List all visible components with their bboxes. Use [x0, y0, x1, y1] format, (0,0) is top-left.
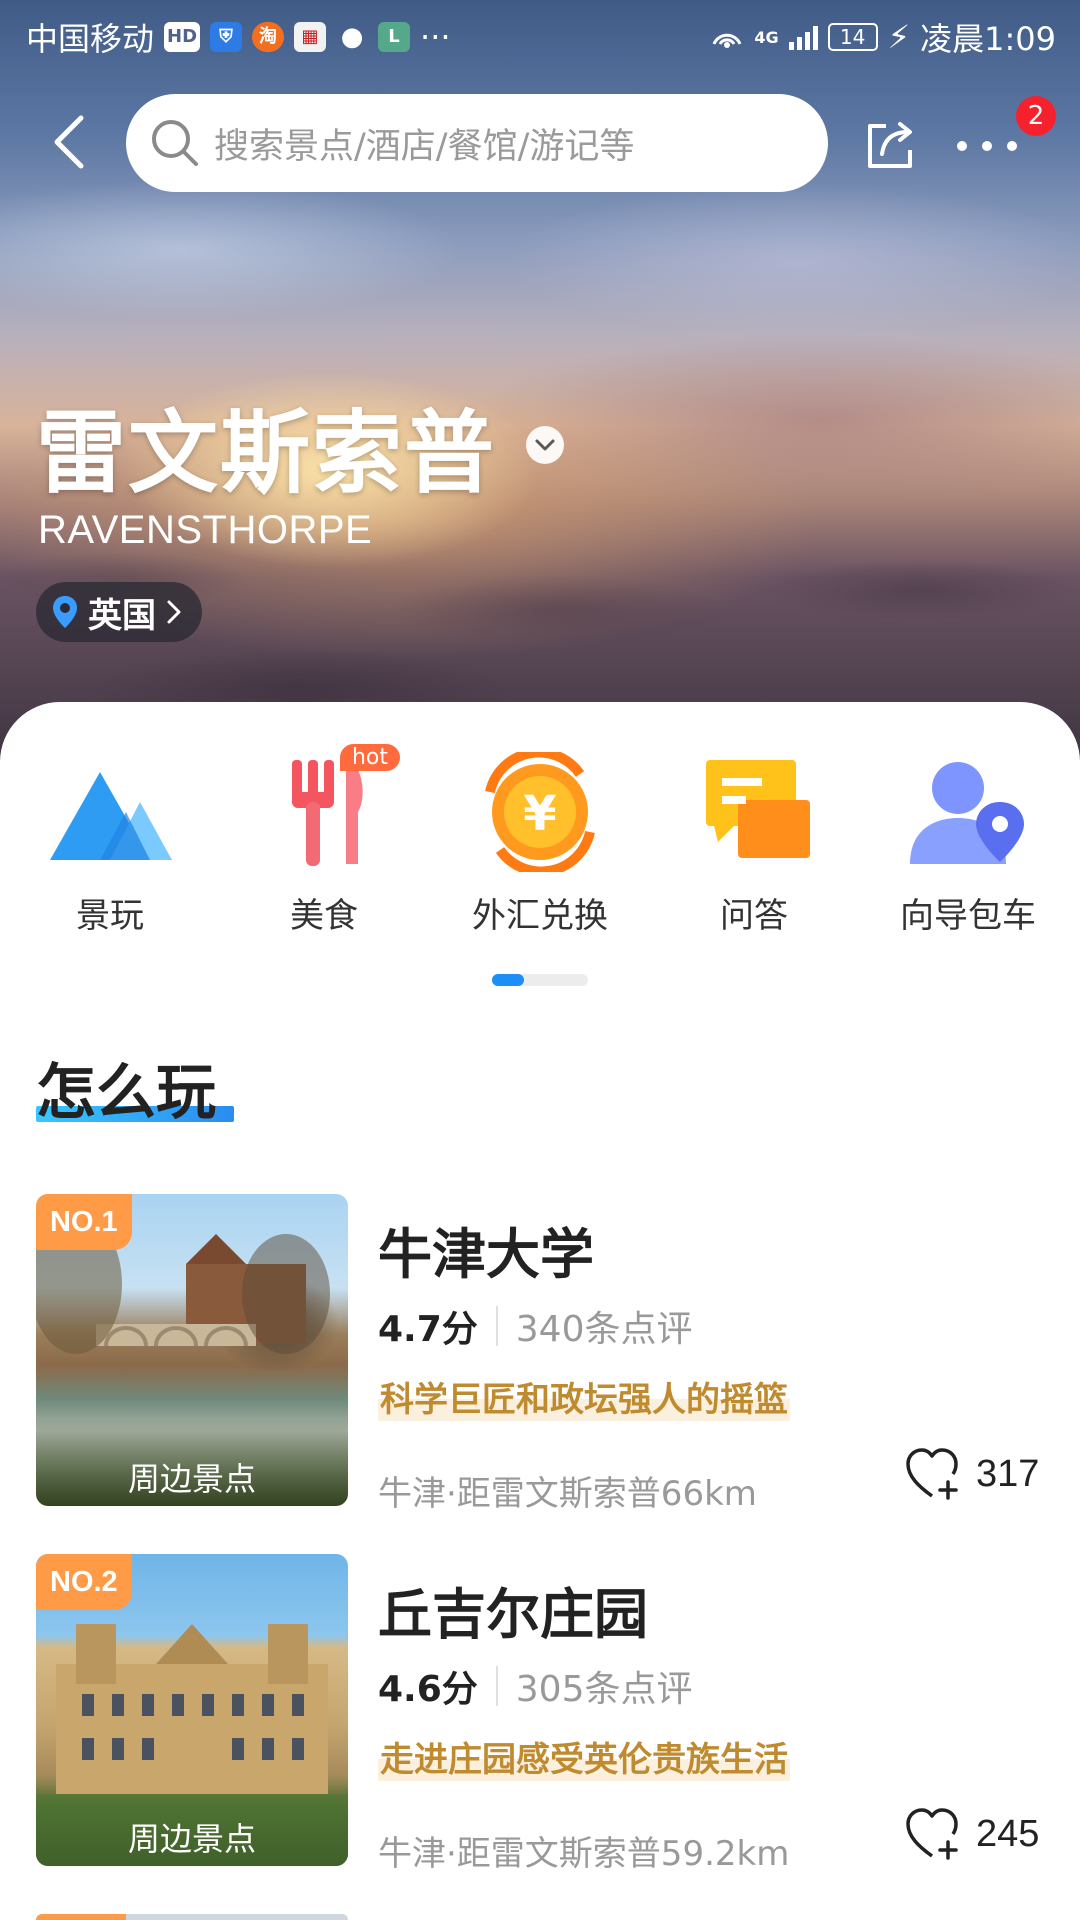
poi-card[interactable]: NO.1 周边景点 牛津大学 4.7分 340条点评 科学巨匠和政坛强人的摇篮 …: [0, 1194, 1080, 1514]
chat-bubbles-icon: [684, 752, 824, 872]
app-l-icon: L: [378, 22, 411, 52]
favorite-count: 317: [976, 1452, 1040, 1495]
hotspot-icon: [712, 33, 742, 48]
category-qa[interactable]: 问答: [654, 752, 854, 936]
gov-app-icon: ▦: [294, 22, 327, 52]
favorite-count: 245: [976, 1812, 1040, 1855]
top-nav: 搜索景点/酒店/餐馆/游记等 2: [0, 90, 1080, 200]
country-label: 英国: [88, 595, 156, 636]
back-button[interactable]: [44, 112, 94, 172]
svg-text:¥: ¥: [523, 786, 556, 842]
poi-slogan: 科学巨匠和政坛强人的摇篮: [378, 1372, 790, 1421]
divider: [495, 1306, 498, 1346]
chevron-down-icon[interactable]: [526, 426, 564, 464]
share-button[interactable]: [862, 116, 918, 172]
status-left: 中国移动 HD ⛨ 淘 ▦ ● L ···: [26, 14, 451, 60]
more-dots-icon: [957, 141, 1017, 151]
clock: 凌晨1:09: [920, 20, 1056, 58]
shield-icon: ⛨: [210, 22, 243, 52]
more-button[interactable]: [952, 120, 1022, 170]
city-name: 雷文斯索普: [36, 401, 496, 506]
carousel-indicator: [492, 974, 588, 986]
heart-plus-icon: [906, 1448, 958, 1500]
poi-score: 4.7分: [378, 1309, 478, 1350]
poi-score: 4.6分: [378, 1669, 478, 1710]
category-guide[interactable]: 向导包车: [868, 752, 1068, 936]
poi-review-count: 340条点评: [515, 1309, 693, 1350]
poi-rating-row: 4.6分 305条点评: [378, 1660, 693, 1712]
poi-distance: 牛津·距雷文斯索普66km: [378, 1474, 757, 1514]
poi-category-tag: 周边景点: [127, 1460, 256, 1498]
message-icon: ●: [340, 22, 364, 52]
category-food[interactable]: hot 美食: [224, 744, 424, 936]
category-attractions[interactable]: 景玩: [10, 752, 210, 936]
mountain-icon: [40, 752, 180, 872]
country-link[interactable]: 英国: [36, 582, 202, 642]
hd-icon: HD: [164, 22, 201, 52]
city-name-en: RAVENSTHORPE: [38, 508, 373, 552]
poi-card[interactable]: NO.2 周边景点 丘吉尔庄园 4.6分 305条点评 走进庄园感受英伦贵族生活…: [0, 1554, 1080, 1874]
poi-category-tag: 周边景点: [127, 1820, 256, 1858]
signal-icon: [788, 24, 818, 50]
favorite-button[interactable]: 317: [904, 1446, 1039, 1502]
charging-icon: ⚡: [887, 18, 911, 56]
section-title: 怎么玩: [36, 1058, 216, 1128]
city-title[interactable]: 雷文斯索普: [36, 380, 564, 510]
content-card: 景玩 hot 美食 ¥ 外汇兑换 问答 向导包车 怎么玩 NO.1 周边景点 牛…: [0, 702, 1080, 1920]
category-exchange[interactable]: ¥ 外汇兑换: [440, 747, 640, 936]
chevron-right-icon: [167, 600, 181, 624]
chevron-left-icon: [54, 115, 84, 169]
poi-slogan: 走进庄园感受英伦贵族生活: [378, 1732, 790, 1781]
notification-badge: 2: [1016, 96, 1056, 136]
rank-badge: NO.1: [36, 1194, 132, 1250]
category-row: 景玩 hot 美食 ¥ 外汇兑换 问答 向导包车: [0, 744, 1080, 936]
poi-distance: 牛津·距雷文斯索普59.2km: [378, 1834, 790, 1874]
poi-review-count: 305条点评: [515, 1669, 693, 1710]
hot-badge: hot: [339, 744, 400, 771]
divider: [495, 1666, 498, 1706]
search-icon: [152, 120, 198, 166]
battery-icon: 14: [827, 23, 878, 51]
heart-plus-icon: [906, 1808, 958, 1860]
search-placeholder: 搜索景点/酒店/餐馆/游记等: [214, 126, 635, 167]
status-bar: 中国移动 HD ⛨ 淘 ▦ ● L ··· 4G 14 ⚡ 凌晨1:09: [0, 0, 1080, 74]
overflow-icon: ···: [420, 18, 451, 56]
fork-knife-icon: hot: [254, 744, 400, 872]
poi-name: 牛津大学: [378, 1223, 594, 1286]
rank-badge: NO.2: [36, 1554, 132, 1610]
share-icon: [868, 122, 912, 168]
carousel-indicator-active: [492, 974, 524, 986]
poi-name: 丘吉尔庄园: [378, 1583, 648, 1646]
category-label: 向导包车: [900, 896, 1036, 936]
category-label: 美食: [290, 896, 358, 936]
location-pin-icon: [53, 596, 77, 628]
guide-location-icon: [898, 752, 1038, 872]
status-right: 4G 14 ⚡ 凌晨1:09: [710, 14, 1056, 60]
favorite-button[interactable]: 245: [904, 1806, 1039, 1862]
carrier-label: 中国移动: [26, 20, 155, 58]
category-label: 问答: [720, 896, 788, 936]
currency-exchange-icon: ¥: [470, 747, 610, 877]
poi-rating-row: 4.7分 340条点评: [378, 1300, 693, 1352]
taobao-icon: 淘: [252, 22, 285, 52]
search-input[interactable]: 搜索景点/酒店/餐馆/游记等: [126, 94, 828, 192]
category-label: 外汇兑换: [472, 896, 608, 936]
poi-card-partial[interactable]: [0, 1914, 1080, 1920]
network-type: 4G: [754, 27, 779, 47]
category-label: 景玩: [76, 896, 144, 936]
poi-thumbnail: [36, 1914, 348, 1920]
